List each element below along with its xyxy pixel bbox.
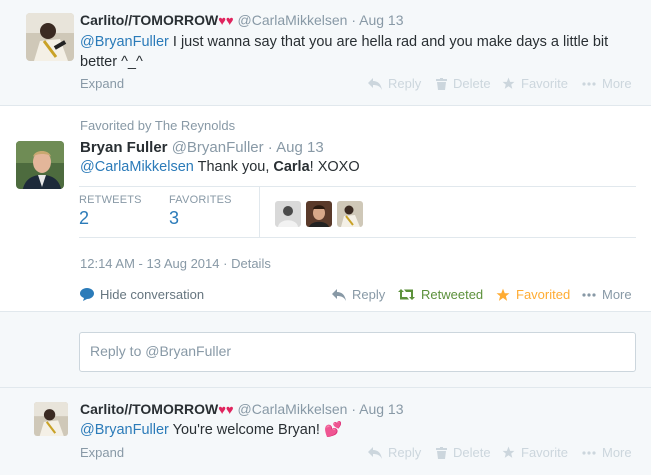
tweet-timestamp[interactable]: Aug 13 xyxy=(359,12,403,28)
reply-area: Reply to @BryanFuller xyxy=(0,312,651,388)
retweets-label: RETWEETS xyxy=(79,194,142,206)
favorite-button[interactable]: Favorite xyxy=(502,445,568,460)
reply-button[interactable]: Reply xyxy=(332,287,385,302)
delete-label: Delete xyxy=(453,445,491,460)
speech-bubble-icon xyxy=(80,288,94,301)
more-label: More xyxy=(602,76,632,91)
delete-button[interactable]: Delete xyxy=(436,445,491,460)
separator-dot: · xyxy=(351,12,356,28)
details-link[interactable]: Details xyxy=(231,256,271,271)
reply-button[interactable]: Reply xyxy=(368,76,421,91)
retweet-icon xyxy=(398,289,415,300)
favorites-count: 3 xyxy=(169,208,180,228)
tweet-3[interactable]: Carlito//TOMORROW♥♥ @CarlaMikkelsen · Au… xyxy=(0,388,651,475)
expand-link[interactable]: Expand xyxy=(80,445,124,460)
separator-dot: · xyxy=(223,256,228,271)
tweet-stats: RETWEETS 2 FAVORITES 3 xyxy=(79,186,636,238)
favorite-label: Favorite xyxy=(521,445,568,460)
reply-icon xyxy=(368,77,382,90)
user-fullname[interactable]: Carlito//TOMORROW xyxy=(80,12,218,28)
separator-dot: · xyxy=(351,401,356,417)
mention-link[interactable]: @BryanFuller xyxy=(80,422,169,438)
more-button[interactable]: More xyxy=(582,76,632,91)
user-fullname[interactable]: Carlito//TOMORROW xyxy=(80,401,218,417)
more-label: More xyxy=(602,287,632,302)
favoriter-avatar[interactable] xyxy=(337,201,363,227)
reply-button[interactable]: Reply xyxy=(368,445,421,460)
more-button[interactable]: More xyxy=(582,445,632,460)
tweet-meta: 12:14 AM - 13 Aug 2014 · Details xyxy=(80,256,271,271)
favorites-label: FAVORITES xyxy=(169,194,232,206)
tweet-text-part: ! XOXO xyxy=(309,159,360,175)
favorited-by-context[interactable]: Favorited by The Reynolds xyxy=(80,118,235,133)
star-icon xyxy=(502,77,515,89)
avatar[interactable] xyxy=(34,402,68,436)
tweet-timestamp[interactable]: Aug 13 xyxy=(359,401,403,417)
more-label: More xyxy=(602,445,632,460)
more-button[interactable]: More xyxy=(582,287,632,302)
retweets-count: 2 xyxy=(79,208,90,228)
user-handle[interactable]: @CarlaMikkelsen xyxy=(238,401,348,417)
expand-link[interactable]: Expand xyxy=(80,76,124,91)
favorite-label: Favorite xyxy=(521,76,568,91)
favorites-stat[interactable]: FAVORITES 3 xyxy=(169,194,232,229)
tweet-text-bold: Carla xyxy=(273,159,310,175)
tweet-2-expanded[interactable]: Favorited by The Reynolds Bryan Fuller @… xyxy=(0,106,651,312)
retweeted-label: Retweeted xyxy=(421,287,484,302)
avatar[interactable] xyxy=(16,141,64,189)
tweet-text: @BryanFuller I just wanna say that you a… xyxy=(80,32,640,72)
tweet-text: @CarlaMikkelsen Thank you, Carla! XOXO xyxy=(80,157,640,177)
mention-link[interactable]: @CarlaMikkelsen xyxy=(80,159,194,175)
tweet-timestamp[interactable]: Aug 13 xyxy=(276,139,324,156)
reply-label: Reply xyxy=(388,76,422,91)
avatar[interactable] xyxy=(26,13,74,61)
retweets-stat[interactable]: RETWEETS 2 xyxy=(79,194,142,229)
favoriter-avatars xyxy=(275,201,363,227)
reply-label: Reply xyxy=(388,445,422,460)
more-dots-icon xyxy=(582,81,596,86)
stats-divider xyxy=(259,187,260,238)
user-handle[interactable]: @BryanFuller xyxy=(172,139,264,156)
hide-conversation-label: Hide conversation xyxy=(100,287,205,302)
reply-label: Reply xyxy=(352,287,386,302)
two-hearts-emoji: 💕 xyxy=(323,422,343,438)
star-icon xyxy=(496,288,510,301)
reply-icon xyxy=(368,446,382,459)
hearts-emoji: ♥♥ xyxy=(218,13,234,28)
more-dots-icon xyxy=(582,450,596,455)
reply-input[interactable]: Reply to @BryanFuller xyxy=(79,332,636,372)
hide-conversation-button[interactable]: Hide conversation xyxy=(80,287,204,302)
separator-dot: · xyxy=(267,139,273,156)
full-timestamp[interactable]: 12:14 AM - 13 Aug 2014 xyxy=(80,256,220,271)
favoriter-avatar[interactable] xyxy=(306,201,332,227)
favoriter-avatar[interactable] xyxy=(275,201,301,227)
trash-icon xyxy=(436,77,447,90)
reply-icon xyxy=(332,288,346,301)
tweet-text-part: You're welcome Bryan! xyxy=(168,422,324,438)
delete-label: Delete xyxy=(453,76,491,91)
more-dots-icon xyxy=(582,292,596,297)
retweeted-button[interactable]: Retweeted xyxy=(398,287,483,302)
hearts-emoji: ♥♥ xyxy=(218,402,234,417)
mention-link[interactable]: @BryanFuller xyxy=(80,34,169,50)
favorited-button[interactable]: Favorited xyxy=(496,287,570,302)
favorited-label: Favorited xyxy=(516,287,571,302)
tweet-text-part: Thank you, xyxy=(193,159,274,175)
favorite-button[interactable]: Favorite xyxy=(502,76,568,91)
delete-button[interactable]: Delete xyxy=(436,76,491,91)
trash-icon xyxy=(436,446,447,459)
tweet-1[interactable]: Carlito//TOMORROW♥♥ @CarlaMikkelsen · Au… xyxy=(0,0,651,106)
user-fullname[interactable]: Bryan Fuller xyxy=(80,139,168,156)
user-handle[interactable]: @CarlaMikkelsen xyxy=(238,12,348,28)
star-icon xyxy=(502,446,515,458)
tweet-text-part: I just wanna say that you are hella rad … xyxy=(168,34,609,50)
tweet-text: @BryanFuller You're welcome Bryan! 💕 xyxy=(80,420,640,440)
tweet-text-part: better ^_^ xyxy=(80,54,143,70)
